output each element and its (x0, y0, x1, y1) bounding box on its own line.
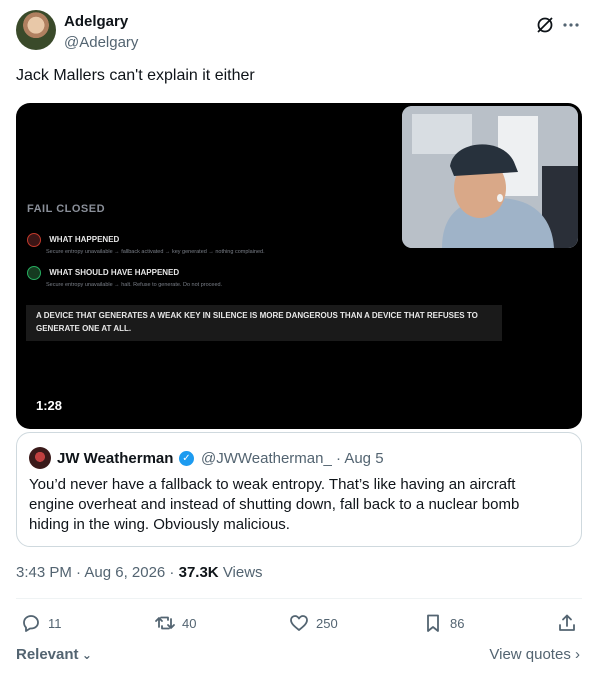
slide-item-should-have-happened: WHAT SHOULD HAVE HAPPENED Secure entropy… (27, 266, 222, 288)
slide-title: FAIL CLOSED (27, 203, 106, 215)
video-duration: 1:28 (36, 398, 63, 413)
views-count: 37.3K (178, 564, 219, 581)
share-button[interactable] (556, 612, 578, 634)
bookmark-button[interactable]: 86 (422, 612, 464, 634)
post-meta: 3:43 PM · Aug 6, 2026 · 37.3K Views (16, 564, 263, 581)
video-player[interactable]: FAIL CLOSED WHAT HAPPENED Secure entropy… (16, 103, 582, 429)
bookmark-count: 86 (450, 615, 465, 631)
sort-dropdown[interactable]: Relevant ⌄ (16, 646, 92, 663)
reply-count: 11 (48, 615, 62, 631)
x-circle-icon (27, 233, 41, 247)
sort-label: Relevant (16, 646, 79, 663)
check-circle-icon (27, 266, 41, 280)
author-avatar[interactable] (16, 10, 56, 50)
post-timestamp[interactable]: 3:43 PM · Aug 6, 2026 · (16, 564, 174, 581)
reply-icon (23, 615, 39, 632)
verified-badge-icon: ✓ (179, 451, 194, 466)
author-handle[interactable]: @Adelgary (64, 34, 138, 51)
like-count: 250 (316, 615, 338, 631)
reply-button[interactable]: 11 (20, 612, 62, 634)
slide-item-detail: Secure entropy unavailable → halt. Refus… (46, 282, 223, 288)
quoted-avatar[interactable] (29, 447, 51, 469)
chevron-down-icon: ⌄ (78, 648, 92, 662)
quoted-author-name[interactable]: JW Weatherman (57, 450, 173, 467)
post-text: Jack Mallers can't explain it either (16, 67, 255, 84)
author-name[interactable]: Adelgary (64, 13, 128, 30)
like-button[interactable]: 250 (288, 612, 338, 634)
quoted-post[interactable]: JW Weatherman ✓ @JWWeatherman_ · Aug 5 Y… (16, 432, 582, 547)
view-quotes-label: View quotes (489, 646, 571, 663)
more-icon[interactable] (560, 14, 582, 36)
quoted-handle[interactable]: @JWWeatherman_ (201, 450, 332, 467)
slide-item-label: WHAT HAPPENED (49, 235, 120, 245)
view-quotes-link[interactable]: View quotes › (489, 646, 580, 663)
action-bar: 11 40 250 86 (16, 606, 582, 642)
share-icon (559, 614, 575, 631)
slide-item-detail: Secure entropy unavailable → fallback ac… (46, 249, 265, 255)
heart-icon (290, 615, 308, 631)
slash-circle-icon[interactable] (534, 14, 556, 36)
quoted-text: You’d never have a fallback to weak entr… (29, 476, 520, 533)
bookmark-icon (427, 614, 439, 632)
slide-quote: A DEVICE THAT GENERATES A WEAK KEY IN SI… (26, 305, 502, 341)
post-header: Adelgary @Adelgary (16, 10, 582, 56)
views-label: Views (222, 564, 263, 581)
repost-count: 40 (182, 615, 197, 631)
slide-item-label: WHAT SHOULD HAVE HAPPENED (49, 268, 180, 278)
repost-icon (155, 616, 175, 630)
divider (16, 598, 582, 599)
quoted-date[interactable]: · Aug 5 (336, 450, 384, 467)
replies-footer: Relevant ⌄ View quotes › (16, 646, 582, 666)
slide-item-what-happened: WHAT HAPPENED Secure entropy unavailable… (27, 233, 265, 255)
webcam-overlay (402, 106, 578, 248)
quoted-handle-date: @JWWeatherman_ · Aug 5 (201, 450, 384, 467)
repost-button[interactable]: 40 (154, 612, 196, 634)
chevron-right-icon: › (570, 646, 580, 663)
